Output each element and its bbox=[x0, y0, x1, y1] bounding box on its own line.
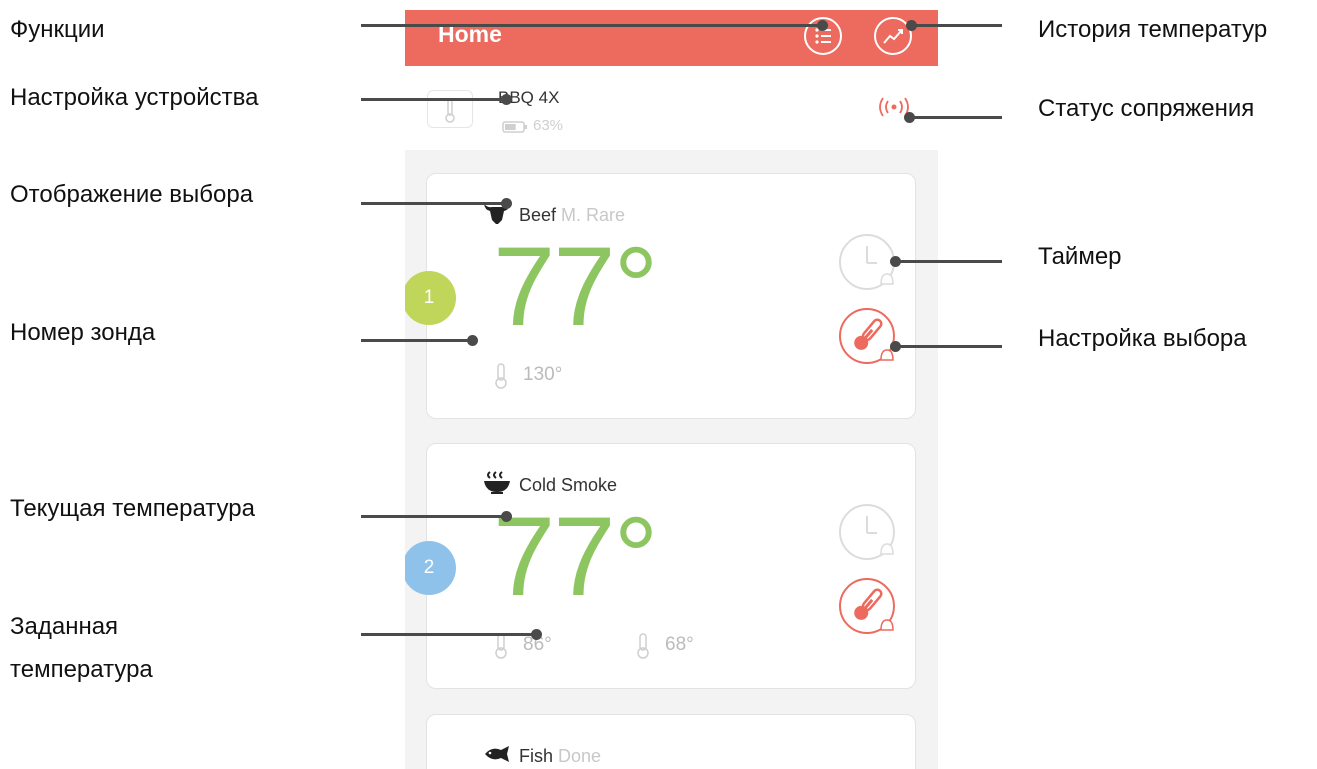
annotation-target-temperature-line1: Заданная bbox=[10, 613, 119, 640]
current-temperature: 77° bbox=[493, 494, 658, 619]
food-selection: Cold Smoke bbox=[519, 475, 617, 496]
annotation-current-temperature: Текущая температура bbox=[10, 495, 255, 522]
annotation-timer: Таймер bbox=[1038, 243, 1122, 270]
battery-icon bbox=[502, 121, 527, 133]
device-settings-row[interactable]: BBQ 4X 63% bbox=[405, 66, 938, 150]
thermometer-icon bbox=[495, 633, 507, 659]
food-name: Cold Smoke bbox=[519, 475, 618, 495]
annotation-selection-display: Отображение выбора bbox=[10, 181, 254, 208]
probe-card-2[interactable]: Cold Smoke 77° 86° 68° bbox=[426, 443, 916, 689]
app-screen: Home BBQ 4X 63% Beef M. Rare 77° 130° 1 … bbox=[405, 10, 938, 769]
leader-line bbox=[361, 515, 507, 518]
thermometer-bell-icon[interactable] bbox=[837, 576, 901, 640]
probe-card-1[interactable]: Beef M. Rare 77° 130° bbox=[426, 173, 916, 419]
food-name: Beef bbox=[519, 205, 557, 225]
leader-line bbox=[911, 24, 1002, 27]
leader-dot bbox=[467, 335, 478, 346]
app-header: Home bbox=[405, 10, 938, 66]
annotation-target-temperature-line2: температура bbox=[10, 656, 153, 683]
food-name: Fish bbox=[519, 746, 554, 766]
thermometer-icon bbox=[495, 363, 507, 389]
leader-line bbox=[361, 202, 507, 205]
thermometer-bell-icon[interactable] bbox=[837, 306, 901, 370]
annotation-probe-number: Номер зонда bbox=[10, 319, 156, 346]
leader-dot bbox=[817, 20, 828, 31]
clock-bell-icon[interactable] bbox=[837, 502, 901, 566]
food-selection: Beef M. Rare bbox=[519, 205, 625, 226]
annotation-functions: Функции bbox=[10, 16, 105, 43]
food-selection: Fish Done bbox=[519, 746, 601, 767]
leader-line bbox=[895, 260, 1002, 263]
fish-icon bbox=[485, 746, 509, 762]
battery-level: 63% bbox=[533, 117, 564, 134]
leader-dot bbox=[501, 198, 512, 209]
annotation-selection-settings: Настройка выбора bbox=[1038, 325, 1247, 352]
leader-line bbox=[361, 633, 537, 636]
annotation-temperature-history: История температур bbox=[1038, 16, 1268, 43]
doneness: Done bbox=[558, 746, 602, 766]
leader-line bbox=[909, 116, 1002, 119]
current-temperature: 77° bbox=[493, 224, 658, 349]
target-temperature-value: 130° bbox=[523, 364, 563, 385]
annotation-device-settings: Настройка устройства bbox=[10, 84, 259, 111]
leader-line bbox=[895, 345, 1002, 348]
cold-smoke-icon bbox=[484, 471, 510, 494]
thermometer-icon bbox=[637, 633, 649, 659]
leader-dot bbox=[531, 629, 542, 640]
doneness: M. Rare bbox=[561, 205, 626, 225]
leader-line bbox=[361, 24, 823, 27]
leader-line bbox=[361, 98, 507, 101]
leader-dot bbox=[501, 94, 512, 105]
device-thumbnail bbox=[427, 90, 473, 128]
probe-card-3[interactable]: Fish Done bbox=[426, 714, 916, 769]
trend-chart-icon bbox=[883, 29, 903, 44]
thermometer-icon bbox=[445, 98, 455, 123]
target-temperature-value: 68° bbox=[665, 634, 694, 655]
leader-dot bbox=[501, 511, 512, 522]
annotation-pairing-status: Статус сопряжения bbox=[1038, 95, 1255, 122]
leader-line bbox=[361, 339, 473, 342]
